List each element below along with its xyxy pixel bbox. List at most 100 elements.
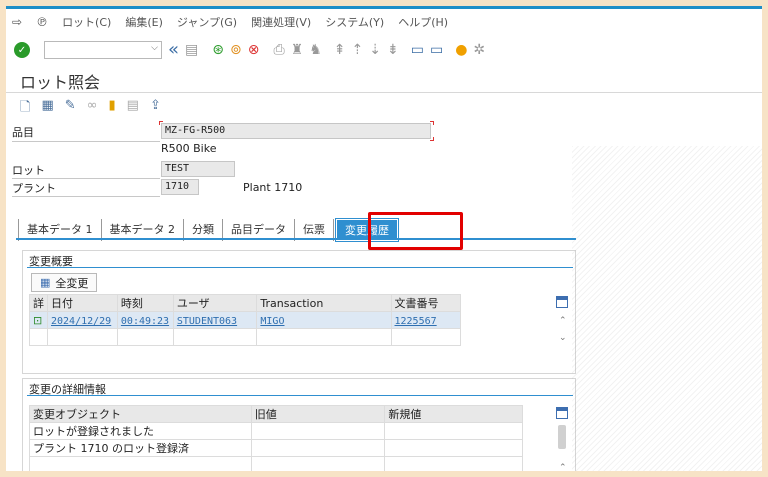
change-object-cell: プラント 1710 のロット登録済 (29, 439, 252, 457)
layout-settings-icon[interactable] (556, 296, 568, 308)
row-time[interactable]: 00:49:23 (116, 311, 174, 329)
highlight-box (368, 212, 463, 250)
menu-item-system[interactable]: システム(Y) (325, 14, 384, 30)
date-link[interactable]: 2024/12/29 (51, 316, 111, 327)
new-session-icon[interactable]: ▭ (411, 43, 424, 57)
material-description: R500 Bike (161, 142, 217, 155)
help-icon[interactable]: ● (455, 43, 467, 57)
next-page-icon[interactable]: ⇣ (369, 43, 381, 57)
new-value-cell (384, 422, 523, 440)
overview-title-line (27, 267, 573, 268)
title-divider (6, 92, 762, 93)
old-value-cell (250, 422, 386, 440)
row-document[interactable]: 1225567 (390, 311, 461, 329)
menu-icon[interactable]: ⇨ (12, 15, 22, 29)
scroll-up-icon[interactable]: ⌃ (559, 463, 567, 471)
attachment-icon[interactable]: ▤ (127, 98, 139, 120)
document-link[interactable]: 1225567 (395, 316, 437, 327)
details-header-row: 変更オブジェクト 旧値 新規値 (29, 405, 523, 423)
all-changes-label: 全変更 (55, 276, 89, 290)
row-user[interactable]: STUDENT063 (172, 311, 258, 329)
required-mark (430, 137, 434, 141)
application-toolbar: 🗋 ▦ ✎ ∞ ▮ ▤ ⇪ (20, 98, 161, 120)
back-arrow-icon[interactable]: ⊛ (212, 43, 224, 57)
table-row[interactable]: ⊡ 2024/12/29 00:49:23 STUDENT063 MIGO 12… (29, 311, 461, 329)
plant-description: Plant 1710 (243, 181, 303, 194)
table-row-empty (29, 328, 461, 346)
tab-underline (16, 238, 576, 240)
col-old-value[interactable]: 旧値 (250, 405, 386, 423)
table-row-empty (29, 456, 523, 471)
row-transaction[interactable]: MIGO (256, 311, 392, 329)
edit-icon[interactable]: ✎ (65, 98, 76, 120)
layout-settings-icon[interactable] (556, 407, 568, 419)
batch-label: ロット (12, 164, 45, 177)
transaction-link[interactable]: MIGO (260, 316, 284, 327)
display-icon[interactable]: ∞ (87, 98, 98, 120)
col-document[interactable]: 文書番号 (390, 294, 461, 312)
col-transaction[interactable]: Transaction (256, 294, 392, 312)
menu-icon-2[interactable]: ℗ (36, 15, 48, 29)
table-row[interactable]: ロットが登録されました (29, 422, 523, 440)
overview-header-row: 詳 日付 時刻 ユーザ Transaction 文書番号 (29, 294, 461, 312)
table-icon: ▦ (40, 276, 51, 289)
required-mark (159, 121, 163, 125)
col-user[interactable]: ユーザ (172, 294, 258, 312)
find-icon[interactable]: ♜ (291, 43, 304, 57)
old-value-cell (250, 439, 386, 457)
shortcut-icon[interactable]: ▭ (430, 43, 443, 57)
sap-window: ⇨ ℗ ロット(C) 編集(E) ジャンプ(G) 関連処理(V) システム(Y)… (6, 6, 762, 471)
col-date[interactable]: 日付 (47, 294, 118, 312)
all-changes-button[interactable]: ▦ 全変更 (31, 273, 98, 292)
material-label-line (12, 141, 160, 142)
row-date[interactable]: 2024/12/29 (47, 311, 118, 329)
menu-item-goto[interactable]: ジャンプ(G) (177, 14, 237, 30)
plant-label: プラント (12, 182, 56, 195)
user-link[interactable]: STUDENT063 (177, 316, 237, 327)
back-icon[interactable]: « (168, 41, 179, 59)
details-table: 変更オブジェクト 旧値 新規値 ロットが登録されました プラント 1710 のロ… (29, 405, 523, 471)
material-label: 品目 (12, 126, 34, 139)
menu-item-environment[interactable]: 関連処理(V) (251, 14, 311, 30)
page-title: ロット照会 (20, 73, 101, 92)
table-row[interactable]: プラント 1710 のロット登録済 (29, 439, 523, 457)
find-next-icon[interactable]: ♞ (309, 43, 322, 57)
last-page-icon[interactable]: ⇟ (387, 43, 399, 57)
material-field[interactable]: MZ-FG-R500 (161, 123, 431, 139)
menu-item-batch[interactable]: ロット(C) (62, 14, 111, 30)
detail-icon[interactable]: ⊡ (29, 311, 48, 329)
plant-field[interactable]: 1710 (161, 179, 199, 195)
col-new-value[interactable]: 新規値 (384, 405, 523, 423)
col-detail[interactable]: 詳 (29, 294, 48, 312)
time-link[interactable]: 00:49:23 (121, 316, 169, 327)
details-group: 変更の詳細情報 変更オブジェクト 旧値 新規値 ロットが登録されました プラント… (22, 378, 576, 471)
print-icon[interactable]: ⎙ (273, 43, 284, 57)
prev-page-icon[interactable]: ⇡ (352, 43, 364, 57)
menu-item-edit[interactable]: 編集(E) (125, 14, 163, 30)
col-time[interactable]: 時刻 (116, 294, 174, 312)
standard-toolbar: ✓ ⌵ « ▤ ⊛ ⊚ ⊗ ⎙ ♜ ♞ ⇞ ⇡ ⇣ ⇟ ▭ ▭ ● ✲ (6, 36, 762, 64)
menu-item-help[interactable]: ヘルプ(H) (398, 14, 448, 30)
exit-icon[interactable]: ⊚ (230, 43, 242, 57)
upload-icon[interactable]: ⇪ (150, 98, 161, 120)
command-field[interactable]: ⌵ (44, 41, 162, 59)
settings-icon[interactable]: ✲ (473, 43, 485, 57)
batch-field[interactable]: TEST (161, 161, 235, 177)
first-page-icon[interactable]: ⇞ (334, 43, 346, 57)
cancel-icon[interactable]: ⊗ (248, 43, 260, 57)
export-icon[interactable]: ▮ (109, 98, 116, 120)
scroll-down-icon[interactable]: ⌄ (559, 333, 567, 343)
new-doc-icon[interactable]: 🗋 (20, 98, 30, 120)
change-object-cell: ロットが登録されました (29, 422, 252, 440)
col-change-object[interactable]: 変更オブジェクト (29, 405, 252, 423)
required-mark (430, 121, 434, 125)
save-icon[interactable]: ▤ (185, 43, 198, 57)
background-pattern (572, 146, 762, 471)
scroll-up-icon[interactable]: ⌃ (559, 316, 567, 326)
new-value-cell (384, 439, 523, 457)
details-title-line (27, 395, 573, 396)
copy-icon[interactable]: ▦ (41, 98, 53, 120)
vertical-scrollbar[interactable] (558, 425, 566, 449)
chevron-down-icon[interactable]: ⌵ (151, 43, 158, 53)
ok-icon[interactable]: ✓ (14, 42, 30, 58)
